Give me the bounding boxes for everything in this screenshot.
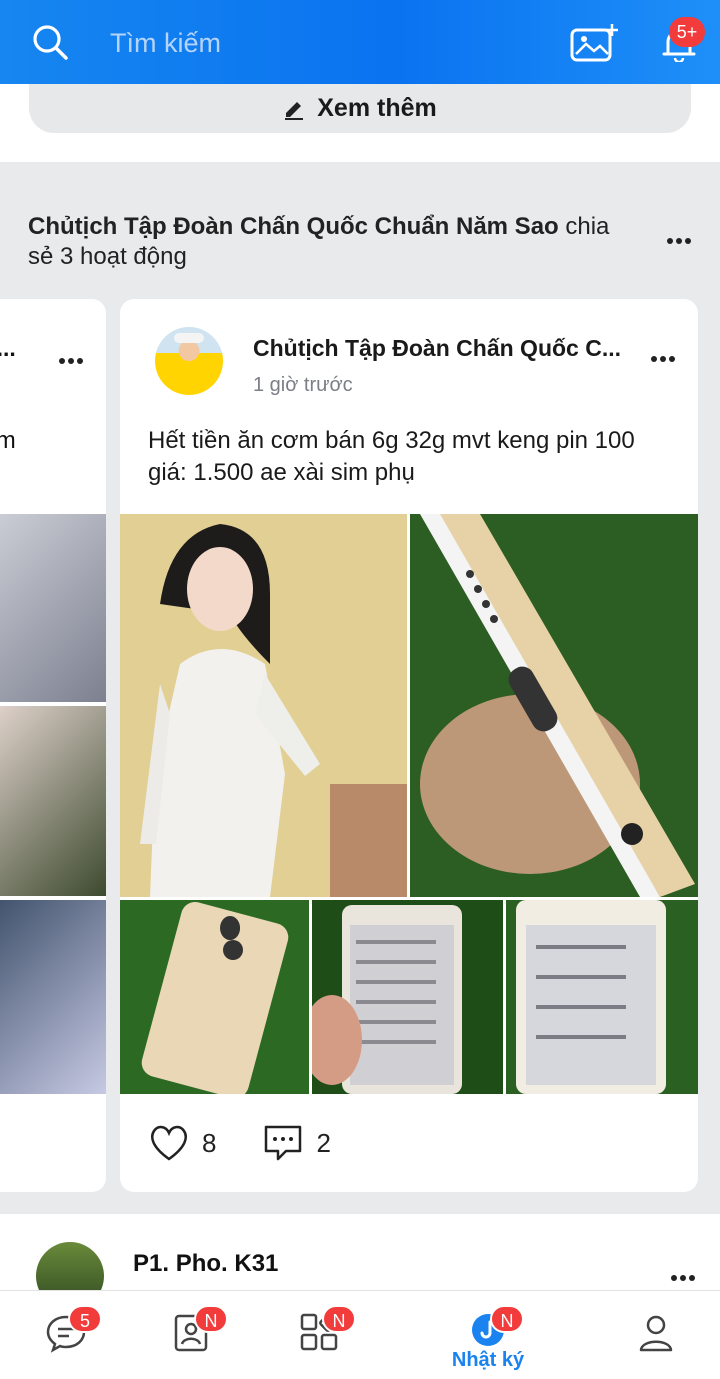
post-photo[interactable] [120, 514, 407, 897]
photo-battery-screen-image [506, 900, 698, 1094]
post-time: 1 giờ trước [253, 374, 353, 396]
see-more-label: Xem thêm [317, 94, 437, 122]
post-photo[interactable] [120, 900, 309, 1094]
post-author[interactable]: C... [0, 335, 16, 362]
photo-phone-back-image [120, 900, 309, 1094]
search-input[interactable] [110, 22, 510, 64]
post-author[interactable]: Chủtịch Tập Đoàn Chấn Quốc C... [253, 335, 633, 362]
nav-diary[interactable]: Nhật ký N [448, 1291, 528, 1379]
pencil-icon [285, 101, 304, 120]
add-photo-icon[interactable] [570, 22, 618, 64]
shared-post-card[interactable]: Chủtịch Tập Đoàn Chấn Quốc C... 1 giờ tr… [120, 299, 698, 1192]
nav-badge: N [490, 1305, 524, 1333]
more-options-icon[interactable] [666, 226, 692, 256]
notification-badge: 5+ [669, 17, 705, 47]
nav-messages[interactable]: 5 [38, 1291, 102, 1379]
post-photo[interactable] [312, 900, 503, 1094]
post-photo[interactable] [0, 900, 106, 1094]
profile-icon [639, 1315, 673, 1352]
more-options-icon[interactable] [670, 1268, 696, 1288]
nav-contacts[interactable]: N [170, 1291, 228, 1379]
nav-profile[interactable] [636, 1291, 676, 1379]
post-photo[interactable] [0, 514, 106, 702]
post-photo[interactable] [0, 706, 106, 896]
photo-settings-screen-image [312, 900, 503, 1094]
post-text: Hết tiền ăn cơm bán 6g 32g mvt keng pin … [148, 427, 635, 486]
photo-phone-port-image [410, 514, 698, 897]
post-photo[interactable] [410, 514, 698, 897]
top-header: 5+ [0, 0, 720, 84]
top-card: Xem thêm [0, 84, 720, 162]
heart-icon[interactable] [148, 1123, 190, 1163]
post-photo[interactable] [506, 900, 698, 1094]
nav-badge: N [194, 1305, 228, 1333]
like-count: 8 [202, 1127, 217, 1158]
nav-badge: 5 [68, 1305, 102, 1333]
post-text: ơm [0, 427, 16, 454]
nav-discover[interactable]: N [298, 1291, 356, 1379]
shared-activity-header: Chủtịch Tập Đoàn Chấn Quốc Chuẩn Năm Sao… [28, 212, 638, 272]
post-author[interactable]: P1. Pho. K31 [133, 1250, 278, 1278]
comment-icon[interactable] [262, 1123, 304, 1163]
next-post-card[interactable]: P1. Pho. K31 [0, 1214, 720, 1310]
nav-badge: N [322, 1305, 356, 1333]
search-icon[interactable] [32, 24, 68, 60]
avatar[interactable] [155, 327, 223, 395]
more-options-icon[interactable] [650, 349, 676, 369]
nav-diary-label: Nhật ký [451, 1349, 525, 1371]
bottom-navigation: 5 N N Nhật ký N [0, 1290, 720, 1379]
see-more-button[interactable]: Xem thêm [29, 84, 691, 133]
photo-girl-image [120, 514, 407, 897]
comment-count: 2 [316, 1127, 331, 1158]
shared-post-card-previous[interactable]: C... ơm [0, 299, 106, 1192]
shared-author[interactable]: Chủtịch Tập Đoàn Chấn Quốc Chuẩn Năm Sao [28, 213, 559, 240]
more-options-icon[interactable] [58, 351, 84, 371]
post-reactions: 8 2 [148, 1121, 377, 1165]
